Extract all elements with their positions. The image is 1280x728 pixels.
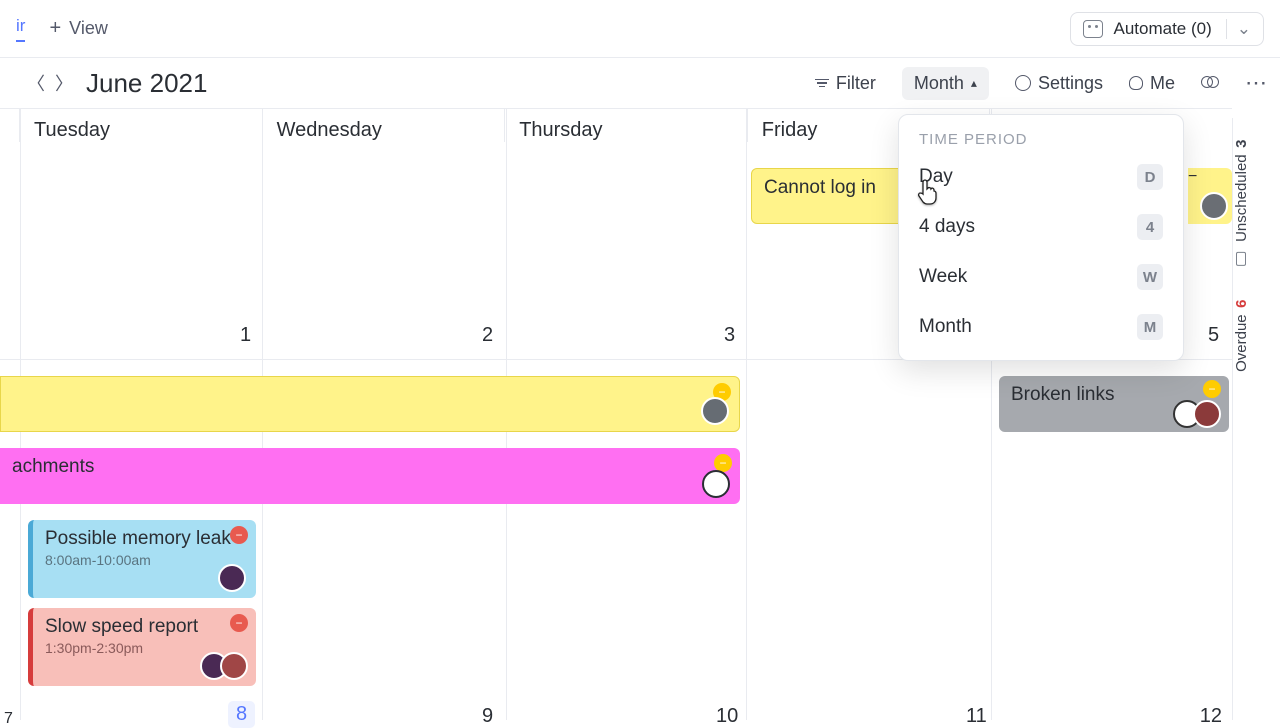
avatar [1200,192,1228,220]
dropdown-header: TIME PERIOD [899,129,1183,152]
date-number: 5 [1208,324,1219,347]
add-view-button[interactable]: + View [49,17,107,40]
date-number: 7 [4,710,13,728]
gear-icon [1015,75,1031,91]
people-button[interactable] [1201,76,1219,90]
add-view-label: View [69,18,108,39]
dropdown-item-key: M [1137,314,1163,340]
dropdown-item-label: Month [919,316,972,338]
date-number: 11 [966,705,987,728]
calendar-title: June 2021 [86,68,207,99]
day-header-wednesday: Wednesday [263,109,506,142]
me-label: Me [1150,73,1175,94]
event-title: achments [12,456,94,478]
dropdown-item-label: 4 days [919,216,975,238]
people-icon [1201,76,1219,90]
chevron-down-icon: ⌄ [1226,19,1251,39]
dropdown-item-month[interactable]: Month M [899,302,1183,352]
date-number: 9 [482,705,493,728]
day-header-thursday: Thursday [505,109,748,142]
unscheduled-tab[interactable]: Unscheduled 3 [1233,126,1250,278]
dropdown-item-label: Day [919,166,953,188]
avatar [218,564,246,592]
automate-button[interactable]: Automate (0) ⌄ [1070,12,1264,46]
date-number: 1 [240,324,251,347]
date-number-selected[interactable]: 8 [228,701,255,728]
unscheduled-count: 3 [1233,140,1250,148]
status-badge-icon: − [230,526,248,544]
automate-label: Automate (0) [1113,19,1211,39]
date-number: 12 [1200,705,1222,728]
settings-button[interactable]: Settings [1015,73,1103,94]
event-memory-leak[interactable]: Possible memory leak 8:00am-10:00am − [28,520,256,598]
settings-label: Settings [1038,73,1103,94]
dropdown-item-key: D [1137,164,1163,190]
panel-icon [1237,252,1247,266]
dropdown-item-4days[interactable]: 4 days 4 [899,202,1183,252]
date-number: 2 [482,324,493,347]
event-title: Possible memory leak [45,528,231,550]
event-title: Cannot log in [764,177,876,199]
date-number: 3 [724,324,735,347]
avatar [701,397,729,425]
dropdown-item-day[interactable]: Day D [899,152,1183,202]
unscheduled-label: Unscheduled [1233,154,1250,242]
avatar [702,470,730,498]
me-button[interactable]: Me [1129,73,1175,94]
status-badge-icon: − [1203,380,1221,398]
next-button[interactable]: 〉 [50,69,78,97]
timeperiod-label: Month [914,73,964,94]
overdue-count: 6 [1233,300,1250,308]
event-broken-links[interactable]: Broken links − [999,376,1229,432]
person-icon [1129,76,1143,90]
filter-label: Filter [836,73,876,94]
right-sidebar: Unscheduled 3 Overdue 6 [1232,118,1280,720]
avatar [220,652,248,680]
dropdown-item-label: Week [919,266,967,288]
dropdown-item-key: W [1137,264,1163,290]
filter-icon [815,77,829,90]
event-cannot-login-tail[interactable]: − [1188,168,1232,224]
event-time: 1:30pm-2:30pm [45,640,198,656]
caret-up-icon: ▴ [971,76,977,90]
dropdown-item-key: 4 [1137,214,1163,240]
status-badge-icon: − [1188,168,1197,185]
event-attachments[interactable]: achments − [0,448,740,504]
event-slow-speed[interactable]: Slow speed report 1:30pm-2:30pm − [28,608,256,686]
current-view-tab[interactable]: ir [16,16,25,42]
avatar [1193,400,1221,428]
event-title: Broken links [1011,384,1115,406]
more-button[interactable]: ⋯ [1245,70,1268,96]
day-header-tuesday: Tuesday [20,109,263,142]
status-badge-icon: − [230,614,248,632]
filter-button[interactable]: Filter [815,73,876,94]
timeperiod-button[interactable]: Month ▴ [902,67,989,100]
event-yellow-bar[interactable]: − [0,376,740,432]
dropdown-item-week[interactable]: Week W [899,252,1183,302]
prev-button[interactable]: 〈 [22,69,50,97]
overdue-label: Overdue [1233,314,1250,372]
event-time: 8:00am-10:00am [45,552,231,568]
date-number: 10 [716,705,738,728]
robot-icon [1083,20,1103,38]
timeperiod-dropdown: TIME PERIOD Day D 4 days 4 Week W Month … [898,114,1184,361]
event-title: Slow speed report [45,616,198,638]
plus-icon: + [49,17,61,40]
overdue-tab[interactable]: Overdue 6 [1233,286,1250,386]
